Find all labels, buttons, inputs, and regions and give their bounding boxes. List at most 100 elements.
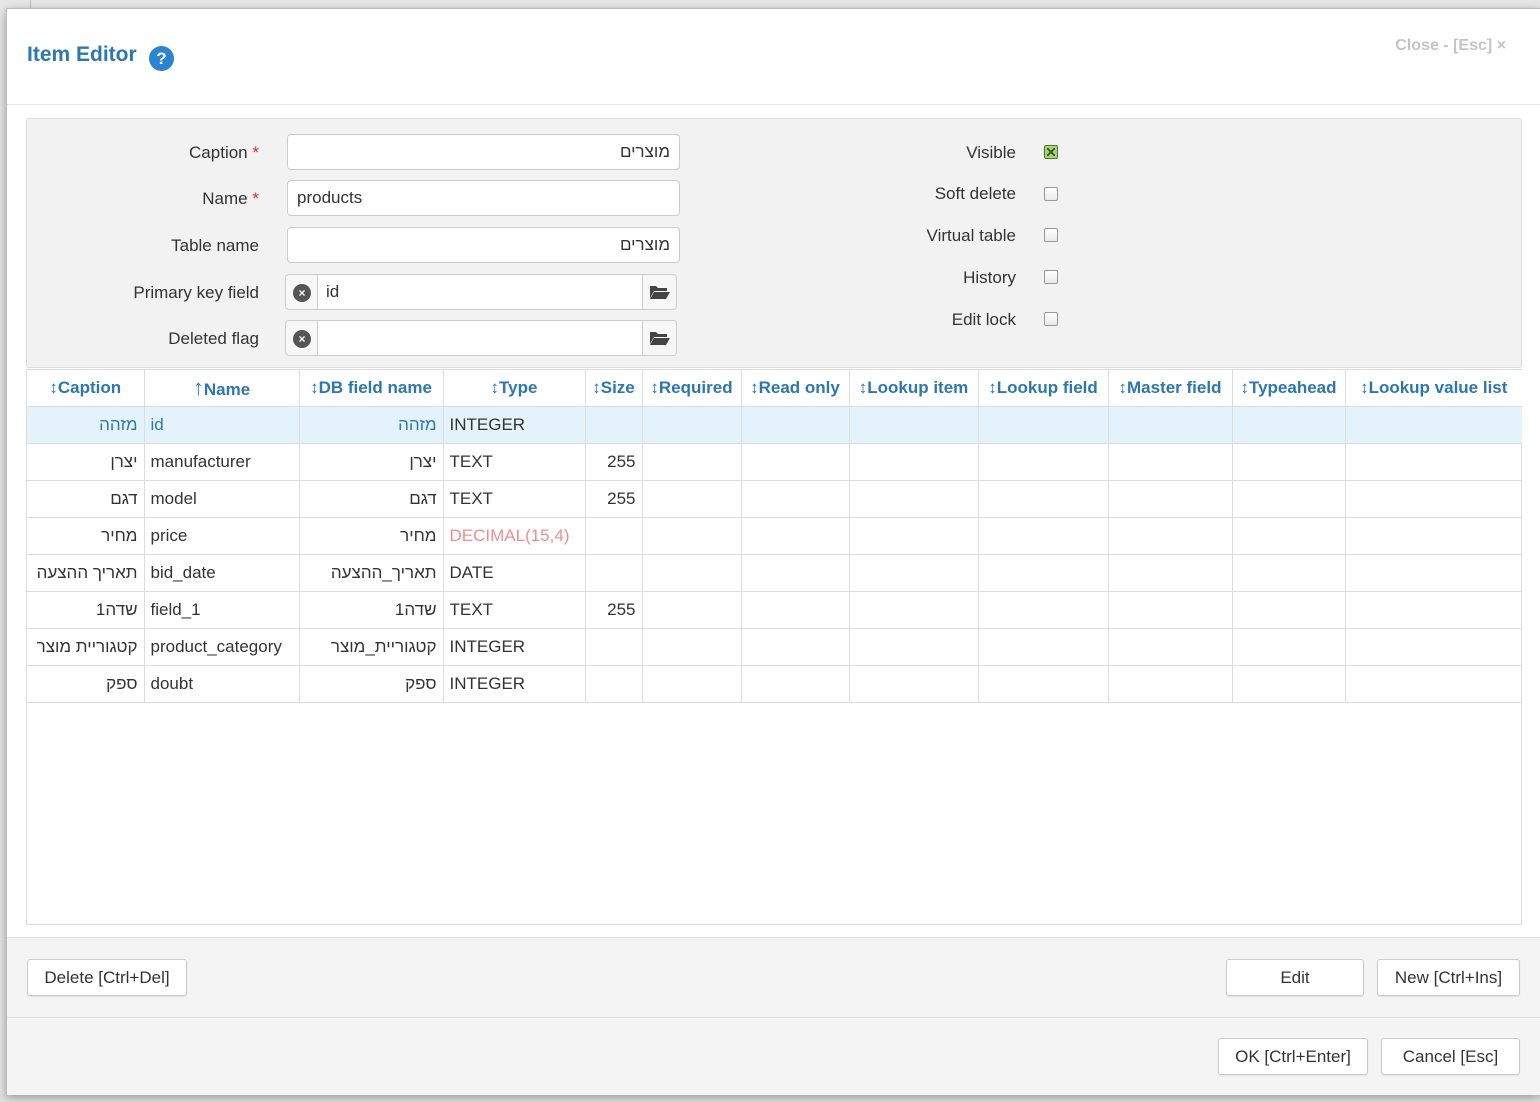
column-header-lookup-field[interactable]: ↕Lookup field [978,370,1109,407]
cell-required [642,406,742,444]
column-header-read-only[interactable]: ↕Read only [741,370,850,407]
column-header-typeahead[interactable]: ↕Typeahead [1232,370,1346,407]
cell-typeahead [1232,665,1346,703]
cell-caption: דגם [27,480,145,518]
column-header-db-field-name[interactable]: ↕DB field name [299,370,444,407]
cell-lookup-field [978,591,1109,629]
table-row[interactable]: מזהה id מזהה INTEGER [27,406,1522,444]
table-row[interactable]: יצרן manufacturer יצרן TEXT 255 [27,443,1522,481]
edit-button[interactable]: Edit [1226,959,1364,996]
column-header-size[interactable]: ↕Size [585,370,643,407]
cell-name: bid_date [144,554,300,592]
cell-caption: ספק [27,665,145,703]
edit-lock-checkbox[interactable] [1044,312,1058,326]
cell-name: price [144,517,300,555]
help-icon[interactable]: ? [149,46,174,71]
cell-type: TEXT [443,443,586,481]
cell-type: INTEGER [443,406,586,444]
caption-label: Caption * [189,143,259,162]
cell-lookup-value-list [1345,517,1522,555]
select-deleted-flag-button[interactable] [642,321,676,355]
cell-master-field [1108,406,1233,444]
cell-master-field [1108,591,1233,629]
table-row[interactable]: מחיר price מחיר DECIMAL(15,4) [27,517,1522,555]
cell-master-field [1108,628,1233,666]
soft-delete-checkbox[interactable] [1044,187,1058,201]
primary-key-field: × id [285,274,677,310]
delete-button[interactable]: Delete [Ctrl+Del] [27,959,187,996]
ok-button[interactable]: OK [Ctrl+Enter] [1218,1038,1368,1075]
cell-master-field [1108,480,1233,518]
table-row[interactable]: ספק doubt ספק INTEGER [27,665,1522,703]
cell-caption: תאריך ההצעה [27,554,145,592]
cell-master-field [1108,443,1233,481]
cell-db-field: מזהה [299,406,444,444]
column-header-name[interactable]: ↑Name [144,370,300,407]
visible-checkbox[interactable] [1044,145,1058,159]
cell-master-field [1108,517,1233,555]
cell-required [642,443,742,481]
cell-required [642,517,742,555]
table-row[interactable]: שדה1 field_1 שדה1 TEXT 255 [27,591,1522,629]
new-button[interactable]: New [Ctrl+Ins] [1377,959,1520,996]
sort-icon: ↕ [1118,377,1128,397]
table-header-row: ↕Caption ↑Name ↕DB field name ↕Type ↕Siz… [27,370,1522,407]
modal-header: Item Editor ? Close - [Esc] × [7,9,1540,105]
clear-deleted-flag-button[interactable]: × [286,321,318,355]
cell-lookup-field [978,443,1109,481]
cell-lookup-field [978,554,1109,592]
cell-type: DATE [443,554,586,592]
cell-required [642,591,742,629]
history-checkbox[interactable] [1044,270,1058,284]
column-header-required[interactable]: ↕Required [642,370,742,407]
backdrop-page [0,1094,1540,1102]
cell-type: INTEGER [443,628,586,666]
cell-caption: קטגוריית מוצר [27,628,145,666]
required-mark: * [252,189,259,208]
clear-primary-key-button[interactable]: × [286,275,318,309]
column-header-master-field[interactable]: ↕Master field [1108,370,1233,407]
cell-db-field: תאריך_ההצעה [299,554,444,592]
table-row[interactable]: תאריך ההצעה bid_date תאריך_ההצעה DATE [27,554,1522,592]
cell-read-only [741,517,850,555]
folder-open-icon [650,332,670,345]
primary-key-value[interactable]: id [326,275,339,309]
cell-lookup-field [978,628,1109,666]
cell-read-only [741,554,850,592]
cell-lookup-value-list [1345,480,1522,518]
soft-delete-label: Soft delete [934,184,1016,203]
cell-caption: מזהה [27,406,145,444]
sort-icon: ↕ [1240,377,1249,397]
cell-db-field: ספק [299,665,444,703]
cell-typeahead [1232,554,1346,592]
table-row[interactable]: קטגוריית מוצר product_category קטגוריית_… [27,628,1522,666]
table-name-input[interactable]: מוצרים [287,227,680,263]
column-header-type[interactable]: ↕Type [443,370,586,407]
cell-lookup-item [849,443,979,481]
cancel-button[interactable]: Cancel [Esc] [1381,1038,1520,1075]
cell-lookup-item [849,665,979,703]
cell-lookup-item [849,517,979,555]
sort-icon: ↕ [750,377,759,397]
select-primary-key-button[interactable] [642,275,676,309]
item-editor-dialog: Item Editor ? Close - [Esc] × Caption * … [6,8,1540,1095]
cell-master-field [1108,554,1233,592]
fields-table: ↕Caption ↑Name ↕DB field name ↕Type ↕Siz… [27,370,1522,703]
modal-title: Item Editor [27,43,137,66]
name-input[interactable]: products [287,180,680,216]
grid-toolbar: Delete [Ctrl+Del] Edit New [Ctrl+Ins] [7,937,1540,1017]
caption-input[interactable]: מוצרים [287,134,680,170]
column-header-lookup-value-list[interactable]: ↕Lookup value list [1345,370,1522,407]
cell-required [642,554,742,592]
cell-required [642,628,742,666]
table-row[interactable]: דגם model דגם TEXT 255 [27,480,1522,518]
close-button[interactable]: Close - [Esc] × [1395,37,1506,55]
primary-key-label: Primary key field [133,283,259,302]
backdrop-divider [30,0,31,8]
sort-ascending-icon: ↑ [192,374,204,400]
column-header-lookup-item[interactable]: ↕Lookup item [849,370,979,407]
sort-icon: ↕ [1360,377,1369,397]
virtual-table-checkbox[interactable] [1044,228,1058,242]
cell-size [585,517,643,555]
column-header-caption[interactable]: ↕Caption [27,370,145,407]
